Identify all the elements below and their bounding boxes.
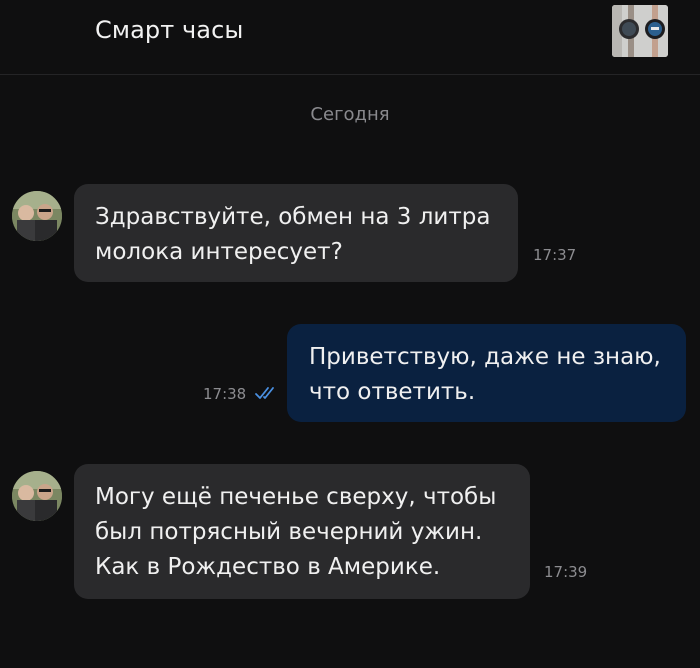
- chat-header: Смарт часы: [0, 0, 700, 75]
- message-time: 17:38: [203, 385, 247, 403]
- message-time: 17:37: [533, 246, 577, 264]
- date-separator: Сегодня: [310, 104, 390, 125]
- avatar-photo: [12, 471, 62, 521]
- message-bubble-outgoing[interactable]: Приветствую, даже не знаю, что ответить.: [287, 324, 686, 422]
- message-time: 17:39: [544, 563, 588, 581]
- sender-avatar[interactable]: [12, 471, 62, 521]
- chat-title[interactable]: Смарт часы: [95, 16, 243, 44]
- product-thumbnail[interactable]: [612, 5, 668, 57]
- avatar-photo: [12, 191, 62, 241]
- message-text: Здравствуйте, обмен на 3 литра молока ин…: [95, 204, 491, 265]
- sender-avatar[interactable]: [12, 191, 62, 241]
- double-check-icon: [255, 387, 274, 399]
- message-text: Могу ещё печенье сверху, чтобы был потря…: [95, 484, 497, 580]
- message-text: Приветствую, даже не знаю, что ответить.: [309, 344, 661, 405]
- message-bubble-incoming[interactable]: Могу ещё печенье сверху, чтобы был потря…: [74, 464, 530, 599]
- message-bubble-incoming[interactable]: Здравствуйте, обмен на 3 литра молока ин…: [74, 184, 518, 282]
- watch-image: [612, 5, 668, 57]
